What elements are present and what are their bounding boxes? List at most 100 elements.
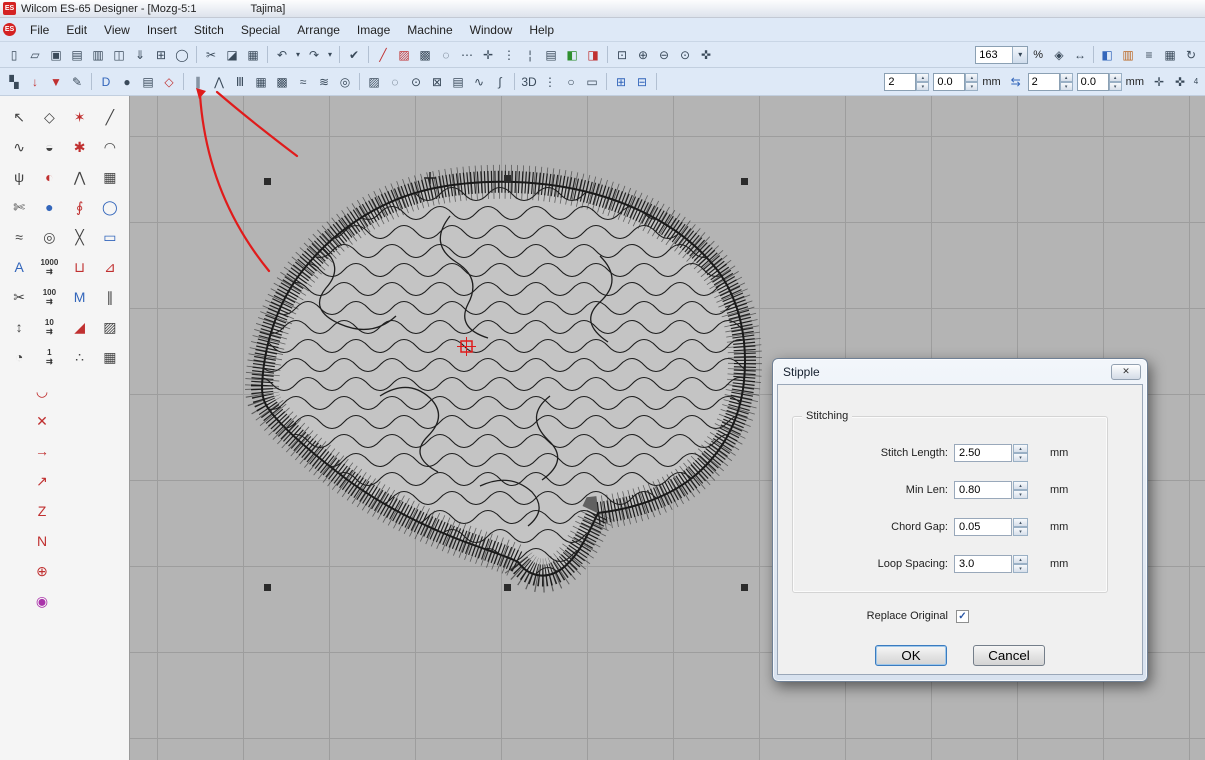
zoom-previous-icon[interactable]: ⊙	[675, 45, 695, 65]
menu-help[interactable]: Help	[521, 20, 562, 40]
ellipse-tool-icon[interactable]: ○	[561, 72, 581, 92]
runner-tool-icon[interactable]: ⊿	[99, 256, 121, 278]
stipple-run-icon[interactable]: ▤	[138, 72, 158, 92]
spin-up-icon[interactable]: ▴	[1060, 73, 1073, 82]
menu-stitch[interactable]: Stitch	[186, 20, 232, 40]
redo-history-icon[interactable]: ▾	[325, 45, 335, 65]
curved-fill-icon[interactable]: ∿	[469, 72, 489, 92]
trapunto-icon[interactable]: ◌	[385, 72, 405, 92]
stipple-outline-icon[interactable]: ◇	[159, 72, 179, 92]
spin-up-icon[interactable]: ▴	[1013, 518, 1028, 527]
replace-original-checkbox[interactable]: ✓	[956, 610, 969, 623]
preset-1-icon[interactable]: 1 ⇉	[38, 346, 60, 368]
mirror-tool-icon[interactable]: ↕	[8, 316, 30, 338]
cross-mark-icon[interactable]: ✕	[31, 410, 53, 432]
menu-view[interactable]: View	[96, 20, 138, 40]
hoop-layout-icon[interactable]: ⊞	[611, 72, 631, 92]
beads-tool-icon[interactable]: ∴	[69, 346, 91, 368]
spin-up-icon[interactable]: ▴	[916, 73, 929, 82]
handle-bottom-right[interactable]	[741, 584, 748, 591]
pan-icon[interactable]: ✜	[696, 45, 716, 65]
select-icon[interactable]: ↖	[8, 106, 30, 128]
stitch-edit-icon[interactable]: ✛	[478, 45, 498, 65]
spin-down-icon[interactable]: ▾	[1060, 82, 1073, 91]
rectangle-tool-icon[interactable]: ▭	[582, 72, 602, 92]
orbit-tool-icon[interactable]: ◉	[31, 590, 53, 612]
preset-10-icon[interactable]: 10 ⇉	[38, 316, 60, 338]
paste-icon[interactable]: ▦	[243, 45, 263, 65]
thread-color-a-icon[interactable]: ◧	[562, 45, 582, 65]
e-stitch-icon[interactable]: Ⅲ	[230, 72, 250, 92]
spin-down-icon[interactable]: ▾	[1013, 453, 1028, 462]
globe-tool-icon[interactable]: ◐	[38, 166, 60, 188]
motif-fill-icon[interactable]: ≈	[293, 72, 313, 92]
zigzag-tool-icon[interactable]: ⋀	[69, 166, 91, 188]
menu-edit[interactable]: Edit	[58, 20, 95, 40]
dot-tool-icon[interactable]: ●	[117, 72, 137, 92]
dome-tool-icon[interactable]: ◒	[38, 136, 60, 158]
chord-gap-input[interactable]	[954, 518, 1012, 536]
handle-top-right[interactable]	[741, 178, 748, 185]
three-d-effect-icon[interactable]: 3D	[519, 72, 539, 92]
digitize-tool-icon[interactable]: ✎	[67, 72, 87, 92]
travel-by-color-icon[interactable]: ✜	[1170, 72, 1190, 92]
cut-icon[interactable]: ✂	[201, 45, 221, 65]
spin-up-icon[interactable]: ▴	[965, 73, 978, 82]
sculpt-run-icon[interactable]: ⋮	[540, 72, 560, 92]
cross-stitch-icon[interactable]: ╳	[69, 226, 91, 248]
color-film-icon[interactable]: ▥	[1118, 45, 1138, 65]
redraw-icon[interactable]: ↻	[1181, 45, 1201, 65]
grid-settings-icon[interactable]: ⊟	[632, 72, 652, 92]
travel-by-object-icon[interactable]: ✛	[1149, 72, 1169, 92]
handle-bottom-left[interactable]	[264, 584, 271, 591]
show-all-icon[interactable]: ◈	[1049, 45, 1069, 65]
menu-insert[interactable]: Insert	[139, 20, 185, 40]
fancy-pattern-icon[interactable]: ▨	[99, 316, 121, 338]
knife-tool-icon[interactable]: ✄	[8, 196, 30, 218]
weave-fill-icon[interactable]: ▤	[448, 72, 468, 92]
jump-stitch-icon[interactable]: ↗	[31, 470, 53, 492]
freehand-icon[interactable]: ∿	[8, 136, 30, 158]
offset-fill-icon[interactable]: ⊙	[406, 72, 426, 92]
export-machine-file-icon[interactable]: ⇓	[130, 45, 150, 65]
verify-design-icon[interactable]: ✔	[344, 45, 364, 65]
fan-tool-icon[interactable]: ◔	[8, 346, 30, 368]
wedge-tool-icon[interactable]: ◢	[69, 316, 91, 338]
spiral-fill-icon[interactable]: ◎	[335, 72, 355, 92]
slant-hatch-icon[interactable]: ╱	[99, 106, 121, 128]
outline-view-icon[interactable]: ◌	[436, 45, 456, 65]
zoom-input[interactable]	[976, 47, 1012, 63]
columns-tool-icon[interactable]: ∥	[99, 286, 121, 308]
zoom-box-icon[interactable]: ⊡	[612, 45, 632, 65]
length-value-input[interactable]	[933, 73, 965, 91]
menu-window[interactable]: Window	[462, 20, 521, 40]
chevron-down-icon[interactable]: ▾	[1012, 47, 1027, 63]
tatami-fill-icon[interactable]: ▦	[251, 72, 271, 92]
undo-history-icon[interactable]: ▾	[293, 45, 303, 65]
arc-tool-icon[interactable]: ◠	[99, 136, 121, 158]
menu-machine[interactable]: Machine	[399, 20, 460, 40]
fancy-fill-icon[interactable]: ▨	[364, 72, 384, 92]
thread-color-b-icon[interactable]: ◨	[583, 45, 603, 65]
spin-down-icon[interactable]: ▾	[965, 82, 978, 91]
ellipse-draw-icon[interactable]: ◯	[99, 196, 121, 218]
machine-functions-icon[interactable]: ¦	[520, 45, 540, 65]
ok-button[interactable]: OK	[875, 645, 947, 666]
show-backdrop-icon[interactable]: ▚	[4, 72, 24, 92]
target-tool-icon[interactable]: ⊕	[31, 560, 53, 582]
handle-top-middle[interactable]	[504, 175, 511, 182]
insert-design-icon[interactable]: ⊞	[151, 45, 171, 65]
density-tool-icon[interactable]: D	[96, 72, 116, 92]
spacing-toggle-icon[interactable]: ⇆	[1006, 72, 1026, 92]
overview-window-icon[interactable]: ◧	[1097, 45, 1117, 65]
spin-down-icon[interactable]: ▾	[1013, 490, 1028, 499]
stitch-sequence-icon[interactable]: ≡	[1139, 45, 1159, 65]
close-icon[interactable]: ✕	[1111, 364, 1141, 380]
print-icon[interactable]: ▥	[88, 45, 108, 65]
stitch-list-icon[interactable]: ▤	[541, 45, 561, 65]
spin-up-icon[interactable]: ▴	[1013, 555, 1028, 564]
penetration-points-icon[interactable]: ⋮	[499, 45, 519, 65]
reshape-icon[interactable]: ◇	[38, 106, 60, 128]
measure-icon[interactable]: ↔	[1070, 45, 1090, 65]
checker-pattern-icon[interactable]: ▦	[99, 346, 121, 368]
